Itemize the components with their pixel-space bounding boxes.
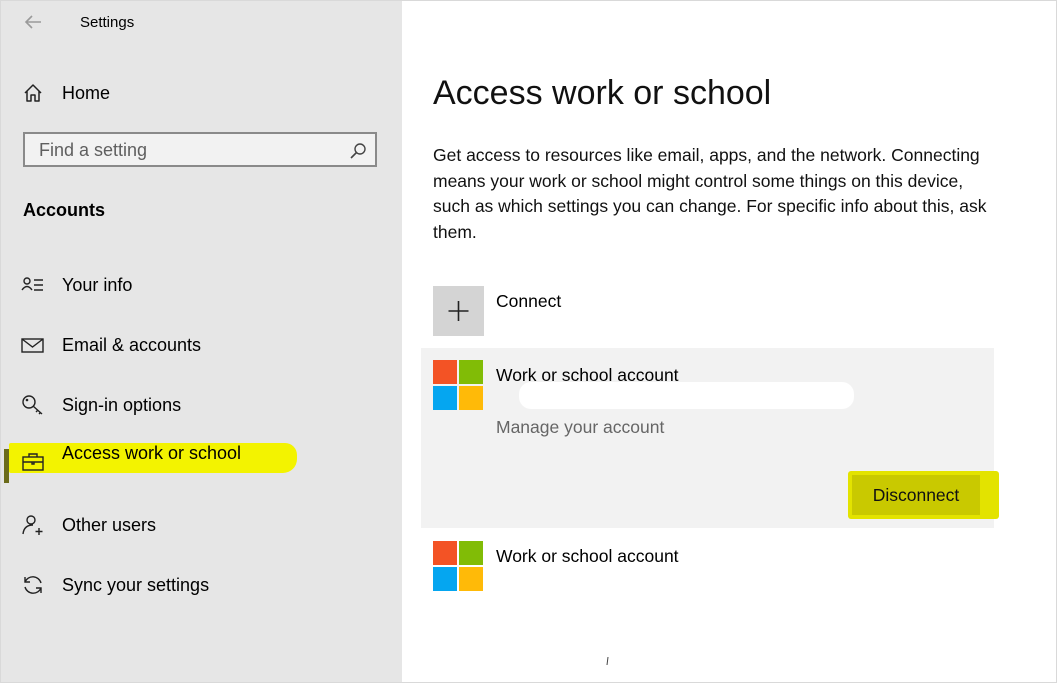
redacted-email xyxy=(519,382,854,409)
app-title: Settings xyxy=(80,14,135,31)
briefcase-icon xyxy=(22,453,44,471)
person-list-icon xyxy=(21,277,43,291)
home-label: Home xyxy=(62,83,111,103)
home-icon xyxy=(24,84,42,102)
sidebar-item-label: Email & accounts xyxy=(62,335,202,355)
key-icon xyxy=(22,395,43,415)
back-arrow-icon xyxy=(24,15,41,29)
connect-button[interactable] xyxy=(433,286,484,336)
home-nav-item[interactable]: Home xyxy=(1,73,402,113)
back-button[interactable] xyxy=(21,10,47,34)
person-add-icon xyxy=(22,515,43,535)
sidebar-item-access-work-or-school[interactable]: Access work or school xyxy=(1,443,402,489)
manage-account-link[interactable]: Manage your account xyxy=(496,417,664,438)
sidebar-item-label: Your info xyxy=(62,275,133,295)
sidebar-item-label: Sync your settings xyxy=(62,575,210,595)
settings-window: Settings Home Accounts Your info xyxy=(0,0,1057,683)
sidebar-item-your-info[interactable]: Your info xyxy=(1,263,402,307)
sidebar-item-label: Other users xyxy=(62,515,157,535)
disconnect-button[interactable]: Disconnect xyxy=(852,475,980,515)
search-icon[interactable] xyxy=(349,142,367,160)
sidebar-item-sync-settings[interactable]: Sync your settings xyxy=(1,563,402,607)
sidebar-item-other-users[interactable]: Other users xyxy=(1,503,402,547)
search-box[interactable] xyxy=(23,132,377,167)
main-content: Access work or school Get access to reso… xyxy=(402,1,1056,682)
sidebar-item-sign-in-options[interactable]: Sign-in options xyxy=(1,383,402,427)
sync-icon xyxy=(24,576,42,594)
active-indicator xyxy=(4,449,9,483)
sidebar-item-email-accounts[interactable]: Email & accounts xyxy=(1,323,402,367)
microsoft-logo-icon xyxy=(433,541,483,591)
plus-icon xyxy=(448,301,469,321)
mail-icon xyxy=(21,338,44,353)
search-input[interactable] xyxy=(39,140,339,160)
page-description: Get access to resources like email, apps… xyxy=(433,145,987,242)
connect-label[interactable]: Connect xyxy=(496,291,561,312)
page-title: Access work or school xyxy=(433,74,772,112)
microsoft-logo-icon xyxy=(433,360,483,410)
stray-mark xyxy=(606,657,609,665)
account-name[interactable]: Work or school account xyxy=(496,546,679,567)
section-heading-accounts: Accounts xyxy=(23,200,106,220)
sidebar-item-label: Access work or school xyxy=(62,443,242,463)
sidebar-item-label: Sign-in options xyxy=(62,395,182,415)
sidebar: Settings Home Accounts Your info xyxy=(1,1,402,682)
